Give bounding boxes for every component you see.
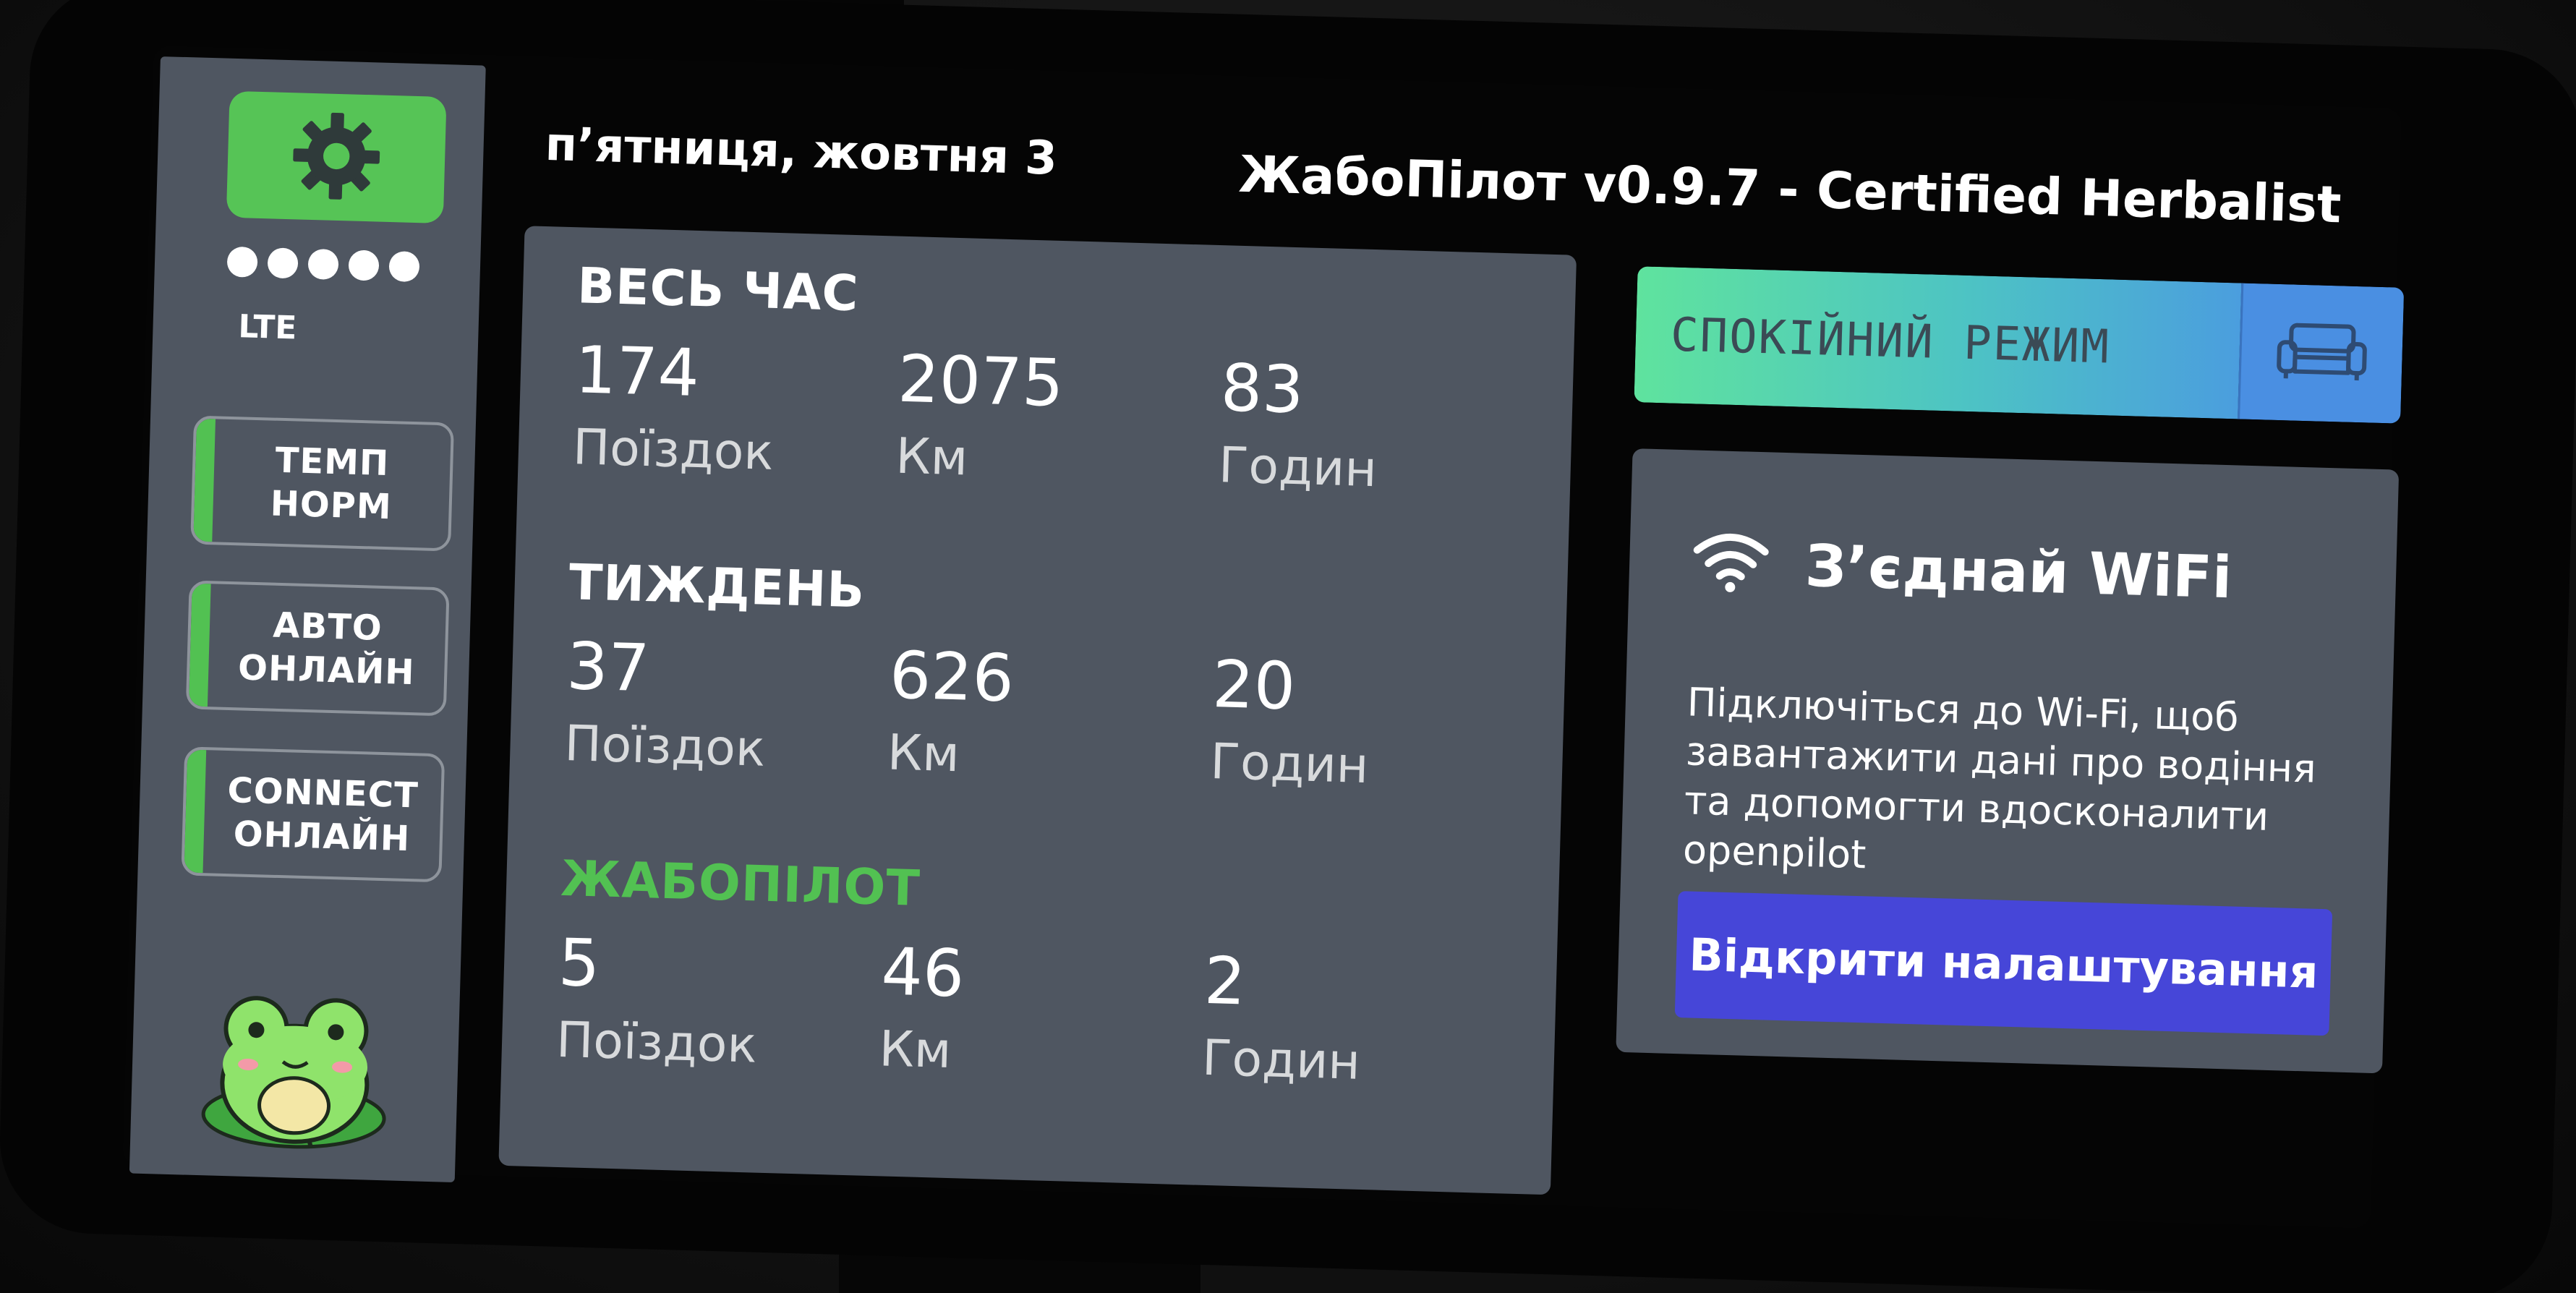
stat-value: 5: [557, 924, 601, 1002]
status-connect[interactable]: CONNECT ОНЛАЙН: [181, 746, 445, 883]
gear-icon: [288, 108, 385, 208]
stat-drives: 37 Поїздок: [563, 628, 890, 785]
stat-unit: Км: [878, 1020, 952, 1080]
signal-dot: [388, 250, 420, 283]
stats-section-title: ТИЖДЕНЬ: [568, 554, 866, 620]
stat-hours: 2 Годин: [1201, 942, 1528, 1100]
stat-value: 20: [1211, 646, 1297, 725]
stat-distance: 626 Км: [887, 637, 1214, 795]
driving-mode-label: СПОКІЙНИЙ РЕЖИМ: [1669, 308, 2111, 375]
wifi-icon: [1690, 528, 1772, 598]
settings-button[interactable]: [226, 90, 447, 224]
stat-unit: Годин: [1201, 1029, 1361, 1091]
stat-unit: Поїздок: [572, 419, 775, 482]
signal-strength-indicator: [226, 246, 420, 283]
stat-unit: Поїздок: [555, 1011, 758, 1075]
home-screen: LTE ТЕМП НОРМ АВТО ОНЛАЙН CONNECT ОНЛАЙН…: [122, 45, 2405, 1229]
stat-unit: Годин: [1217, 437, 1378, 499]
sidebar: LTE ТЕМП НОРМ АВТО ОНЛАЙН CONNECT ОНЛАЙН: [129, 56, 486, 1183]
stat-distance: 46 Км: [878, 934, 1205, 1091]
stat-value: 37: [566, 628, 651, 707]
stat-unit: Поїздок: [563, 715, 767, 778]
stat-value: 46: [880, 934, 965, 1012]
stat-unit: Км: [887, 724, 960, 784]
status-temp-line1: ТЕМП: [274, 440, 390, 485]
status-auto[interactable]: АВТО ОНЛАЙН: [185, 580, 450, 717]
signal-dot: [226, 246, 258, 278]
status-connect-line1: CONNECT: [226, 770, 419, 816]
stats-all-time: ВЕСЬ ЧАС 174 Поїздок 2075 Км 83 Годин: [572, 257, 1547, 507]
driving-mode-button[interactable]: СПОКІЙНИЙ РЕЖИМ: [1634, 266, 2405, 424]
network-type-label: LTE: [237, 308, 298, 347]
sofa-icon: [2274, 320, 2369, 387]
stat-drives: 174 Поїздок: [572, 332, 899, 489]
stat-hours: 83 Годин: [1217, 350, 1545, 507]
status-temp-line2: НОРМ: [270, 483, 393, 528]
drive-stats-panel: ВЕСЬ ЧАС 174 Поїздок 2075 Км 83 Годин ТИ…: [498, 226, 1577, 1195]
stat-drives: 5 Поїздок: [555, 924, 882, 1082]
stat-value: 2075: [897, 341, 1065, 422]
stat-value: 626: [888, 637, 1015, 717]
wifi-card-description: Підключіться до Wi-Fi, щоб завантажити д…: [1682, 679, 2317, 878]
stat-distance: 2075 Км: [895, 341, 1221, 498]
wifi-setup-card: З’єднай WiFi Підключіться до Wi-Fi, щоб …: [1616, 448, 2400, 1074]
stat-unit: Км: [895, 427, 969, 487]
signal-dot: [307, 248, 339, 281]
stats-section-title: ЖАБОПІЛОТ: [560, 850, 921, 918]
frog-logo: [195, 976, 396, 1155]
status-connect-line2: ОНЛАЙН: [233, 814, 411, 860]
photo-background: LTE ТЕМП НОРМ АВТО ОНЛАЙН CONNECT ОНЛАЙН…: [0, 0, 2576, 1293]
stat-value: 2: [1203, 942, 1247, 1020]
status-temp[interactable]: ТЕМП НОРМ: [190, 415, 454, 552]
stats-week: ТИЖДЕНЬ 37 Поїздок 626 Км 20 Годин: [563, 554, 1538, 803]
date-label: п’ятниця, жовтня 3: [544, 117, 1058, 186]
status-auto-line1: АВТО: [272, 605, 383, 649]
version-label: ЖабоПілот v0.9.7 - Certified Herbalist: [1237, 144, 2342, 235]
signal-dot: [348, 249, 380, 281]
stats-section-title: ВЕСЬ ЧАС: [576, 257, 860, 323]
stat-hours: 20 Годин: [1209, 646, 1536, 803]
stat-unit: Годин: [1209, 733, 1370, 795]
status-auto-line2: ОНЛАЙН: [237, 647, 416, 694]
stats-frogpilot: ЖАБОПІЛОТ 5 Поїздок 46 Км 2 Годин: [555, 850, 1530, 1100]
stat-value: 174: [573, 332, 701, 411]
stat-value: 83: [1219, 350, 1305, 429]
wifi-card-title: З’єднай WiFi: [1804, 532, 2233, 611]
open-settings-button[interactable]: Відкрити налаштування: [1674, 891, 2333, 1036]
device-bezel: LTE ТЕМП НОРМ АВТО ОНЛАЙН CONNECT ОНЛАЙН…: [0, 0, 2576, 1293]
signal-dot: [267, 247, 299, 279]
